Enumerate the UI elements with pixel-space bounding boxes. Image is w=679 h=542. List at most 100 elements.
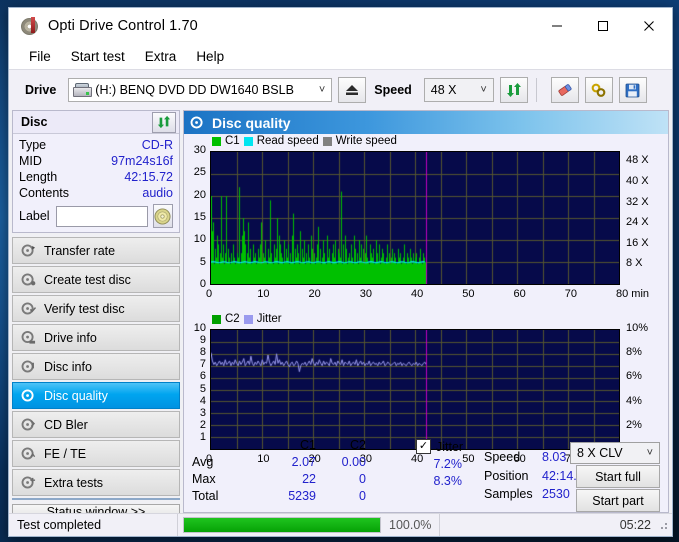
sidebar-item-cd-bler[interactable]: CD Bler [12,411,180,438]
disc-label-input[interactable] [56,206,148,227]
menu-extra[interactable]: Extra [136,47,186,66]
x-axis-tick-label: 50 [462,288,474,300]
progress-percent: 100.0% [389,518,431,532]
y-axis-tick-label: 3 [200,407,206,419]
x-axis-tick-label: 70 [565,288,577,300]
y2-axis-tick-label: 4% [626,395,642,407]
app-window: Opti Drive Control 1.70 File Start test … [8,7,673,537]
drive-label: Drive [25,83,56,97]
y-axis-tick-label: 4 [200,395,206,407]
sidebar-item-transfer-rate[interactable]: Transfer rate [12,237,180,264]
y-axis-tick-label: 10 [194,233,206,245]
stats-header-c1: C1 [274,438,316,455]
sidebar: Disc Type CD-R MID 97m2 [12,110,180,513]
disc-quality-header: Disc quality [184,111,668,134]
drive-icon [73,83,90,97]
jitter-checkbox[interactable]: ✓ [416,439,431,454]
y-axis-tick-label: 25 [194,166,206,178]
sidebar-item-fe-te[interactable]: FE / TE [12,440,180,467]
legend-swatch [212,137,221,146]
eraser-icon [556,82,574,98]
sidebar-item-drive-info[interactable]: Drive info [12,324,180,351]
menu-help[interactable]: Help [187,47,233,66]
legend-swatch [244,137,253,146]
refresh-icon [506,82,522,98]
legend-swatch [212,315,221,324]
chevron-down-icon: ˅ [480,84,486,96]
disc-panel-title: Disc [21,115,47,129]
save-button[interactable] [619,77,647,103]
jitter-toggle-row: ✓ Jitter [416,439,463,454]
disc-refresh-button[interactable] [152,112,176,133]
maximize-icon[interactable] [580,8,626,43]
bottom-chart-plot[interactable] [210,329,620,450]
samples-stat-value: 2530 [542,487,570,501]
disc-bler-icon [21,417,36,432]
disc-info-rows: Type CD-R MID 97m24s16f Length 42:15.72 … [13,134,179,232]
disc-row-length: Length 42:15.72 [19,169,173,185]
speed-label: Speed [374,83,412,97]
refresh-button[interactable] [500,77,528,103]
y-axis-tick-label: 5 [200,256,206,268]
y2-axis-tick-label: 16 X [626,237,649,249]
disc-panel-header: Disc [13,111,179,134]
toolbar: Drive (H:) BENQ DVD DD DW1640 BSLB ˅ Spe… [9,69,672,110]
disc-label-key: Label [19,209,50,223]
jitter-max-value: 8.3% [416,474,462,488]
legend-swatch [244,315,253,324]
legend-label: C2 [225,313,240,325]
eject-icon [344,83,360,97]
sidebar-item-label: Extra tests [44,476,103,490]
sidebar-item-disc-quality[interactable]: Disc quality [12,382,180,409]
sidebar-item-disc-info[interactable]: Disc info [12,353,180,380]
eject-button[interactable] [338,77,366,103]
top-chart-plot[interactable] [210,151,620,285]
disc-row-value: CD-R [142,137,173,153]
menu-start-test[interactable]: Start test [62,47,134,66]
charts-area: C1Read speedWrite speed 0510152025308 X1… [184,134,668,437]
y2-axis-tick-label: 40 X [626,175,649,187]
disc-create-icon [21,272,36,287]
write-mode-select[interactable]: 8 X CLV ˅ [570,442,660,464]
window-controls [534,8,672,43]
jitter-avg-value: 7.2% [416,457,462,471]
position-stat-label: Position [484,469,528,483]
disc-verify-icon [21,301,36,316]
disc-info-icon [21,359,36,374]
top-chart: C1Read speedWrite speed 0510152025308 X1… [184,134,668,316]
stats-c1-total: 5239 [274,489,316,506]
start-full-button[interactable]: Start full [576,465,660,488]
cd-label-button[interactable] [153,204,173,228]
sidebar-item-create-test-disc[interactable]: Create test disc [12,266,180,293]
close-icon[interactable] [626,8,672,43]
samples-stat-label: Samples [484,487,533,501]
speed-select[interactable]: 48 X ˅ [424,78,494,102]
disc-quality-icon [190,115,205,130]
main-panel: Disc quality C1Read speedWrite speed 051… [183,110,669,513]
legend-swatch [323,137,332,146]
stats-c2-max: 0 [324,472,366,489]
sidebar-item-extra-tests[interactable]: Extra tests [12,469,180,496]
legend-label: C1 [225,135,240,147]
menu-bar: File Start test Extra Help [9,43,672,69]
resize-grip-icon[interactable] [657,519,669,531]
refresh-icon [157,115,171,129]
eraser-button[interactable] [551,77,579,103]
y-axis-tick-label: 15 [194,211,206,223]
drive-select[interactable]: (H:) BENQ DVD DD DW1640 BSLB ˅ [68,78,332,102]
stats-c1-max: 22 [274,472,316,489]
speed-select-value: 48 X [431,83,457,97]
link-button[interactable] [585,77,613,103]
minimize-icon[interactable] [534,8,580,43]
menu-file[interactable]: File [20,47,60,66]
bottom-chart-legend: C2Jitter [212,313,282,325]
sidebar-item-label: FE / TE [44,447,86,461]
stats-header-c2: C2 [324,438,366,455]
start-part-button[interactable]: Start part [576,489,660,512]
disc-drive-icon [21,330,36,345]
sidebar-item-label: CD Bler [44,418,88,432]
sidebar-item-verify-test-disc[interactable]: Verify test disc [12,295,180,322]
status-message: Test completed [9,514,177,536]
jitter-label: Jitter [436,440,463,454]
y2-axis-tick-label: 24 X [626,216,649,228]
